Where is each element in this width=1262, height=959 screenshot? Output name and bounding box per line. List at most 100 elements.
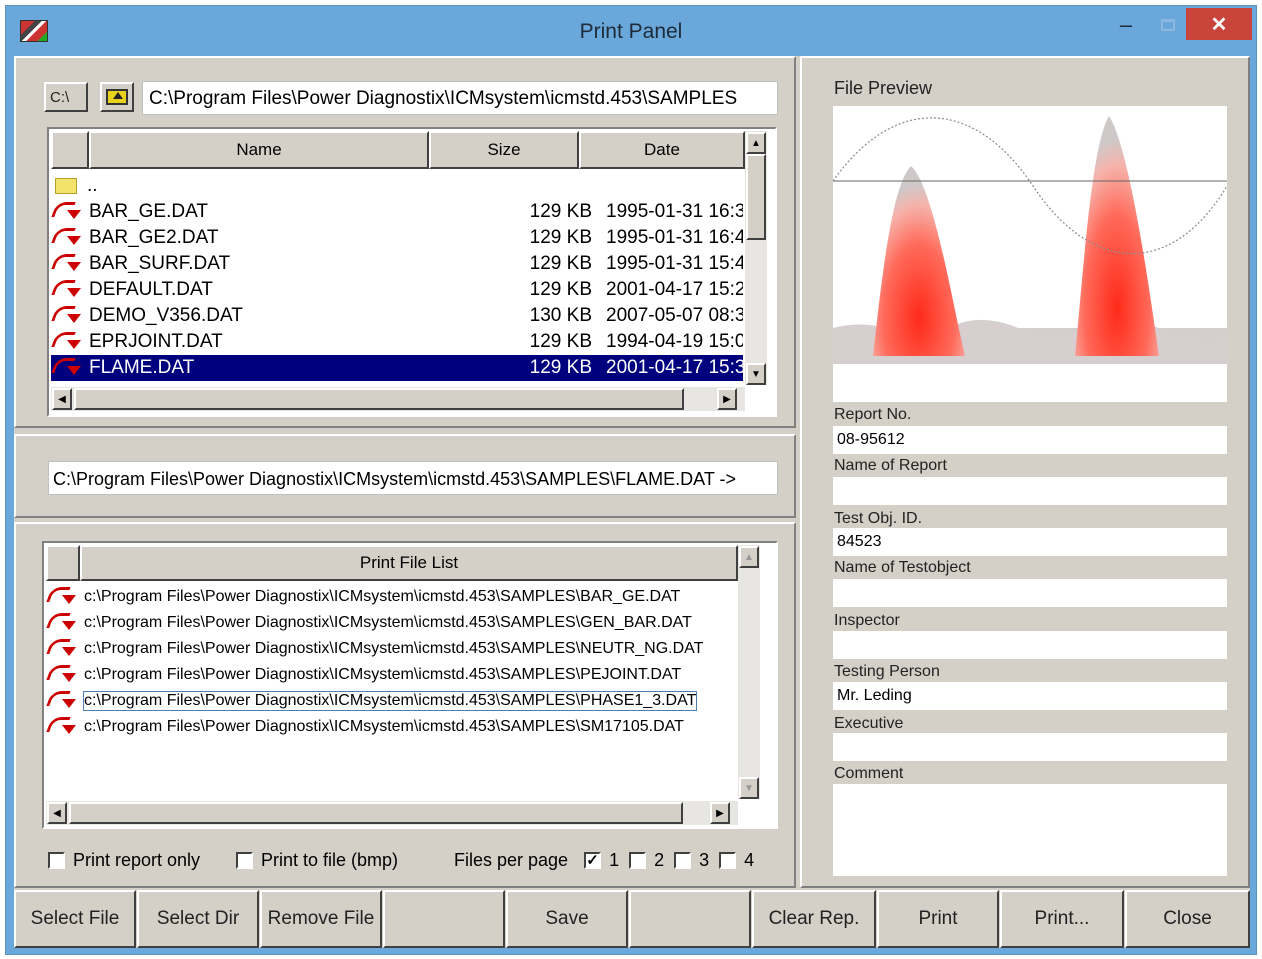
print-report-only-checkbox[interactable] [48, 852, 65, 869]
print-list-header[interactable]: Print File List [80, 545, 738, 581]
print-item-path: c:\Program Files\Power Diagnostix\ICMsys… [84, 718, 684, 735]
scroll-left-button[interactable]: ◀ [47, 802, 67, 824]
save-button[interactable]: Save [506, 890, 628, 948]
files-per-page-4-label: 4 [744, 850, 755, 870]
print-list-item[interactable]: c:\Program Files\Power Diagnostix\ICMsys… [46, 585, 680, 609]
print-to-file-option[interactable]: Print to file (bmp) [236, 850, 398, 871]
name-of-report-field[interactable] [833, 477, 1227, 505]
print-button[interactable]: Print [877, 890, 999, 948]
list-item-parent[interactable]: .. [51, 173, 743, 199]
files-per-page-3-checkbox[interactable] [674, 852, 692, 869]
scroll-up-button[interactable]: ▲ [739, 546, 759, 568]
clear-report-button[interactable]: Clear Rep. [752, 890, 876, 948]
file-row[interactable]: BAR_GE2.DAT 129 KB 1995-01-31 16:4 [51, 225, 743, 251]
selected-file-path-field[interactable]: C:\Program Files\Power Diagnostix\ICMsys… [48, 461, 778, 495]
close-button[interactable]: Close [1125, 890, 1250, 948]
file-size: 129 KB [529, 279, 592, 300]
files-per-page-group: Files per page ✓ 1 2 3 4 [454, 850, 754, 871]
window-title: Print Panel [579, 20, 683, 43]
select-file-button[interactable]: Select File [14, 890, 136, 948]
file-row[interactable]: BAR_SURF.DAT 129 KB 1995-01-31 15:4 [51, 251, 743, 277]
files-per-page-4-checkbox[interactable] [719, 852, 737, 869]
waveform-file-icon [53, 304, 83, 328]
column-header-date[interactable]: Date [579, 131, 745, 169]
maximize-button[interactable] [1151, 8, 1185, 42]
scroll-thumb[interactable] [746, 154, 766, 240]
print-list-item[interactable]: c:\Program Files\Power Diagnostix\ICMsys… [46, 715, 684, 739]
print-item-path: c:\Program Files\Power Diagnostix\ICMsys… [82, 691, 698, 711]
waveform-file-icon [53, 200, 83, 224]
directory-path-field[interactable]: C:\Program Files\Power Diagnostix\ICMsys… [142, 81, 778, 115]
files-per-page-2-checkbox[interactable] [629, 852, 647, 869]
waveform-file-icon [48, 715, 78, 739]
column-header-name[interactable]: Name [89, 131, 429, 169]
file-date: 2001-04-17 15:3 [606, 357, 743, 378]
file-preview [833, 106, 1227, 402]
folder-up-button[interactable] [100, 82, 134, 112]
file-size: 129 KB [529, 253, 592, 274]
name-of-report-label: Name of Report [834, 457, 947, 474]
client-area: C:\ C:\Program Files\Power Diagnostix\IC… [14, 56, 1250, 948]
file-row[interactable]: DEMO_V356.DAT 130 KB 2007-05-07 08:3 [51, 303, 743, 329]
print-report-only-option[interactable]: Print report only [48, 850, 200, 871]
scroll-down-button[interactable]: ▼ [739, 777, 759, 799]
file-row-selected[interactable]: FLAME.DAT 129 KB 2001-04-17 15:3 [51, 355, 743, 381]
print-list-vscrollbar[interactable] [738, 545, 760, 799]
files-per-page-label: Files per page [454, 850, 569, 870]
print-dialog-button[interactable]: Print... [1000, 890, 1124, 948]
testing-person-field[interactable]: Mr. Leding [833, 682, 1227, 710]
file-date: 1995-01-31 16:4 [606, 227, 743, 248]
title-bar[interactable]: Print Panel – ✕ [6, 6, 1256, 56]
print-report-only-label: Print report only [73, 850, 201, 870]
hscroll-thumb[interactable] [74, 388, 684, 410]
print-list-icon-header[interactable] [46, 545, 80, 581]
file-row[interactable]: EPRJOINT.DAT 129 KB 1994-04-19 15:0 [51, 329, 743, 355]
file-list[interactable]: Name Size Date .. BAR_GE.DAT 129 KB 1995… [47, 127, 777, 417]
blank-button-2[interactable] [629, 890, 751, 948]
scroll-right-button[interactable]: ▶ [710, 802, 730, 824]
file-row[interactable]: BAR_GE.DAT 129 KB 1995-01-31 16:3 [51, 199, 743, 225]
print-to-file-label: Print to file (bmp) [261, 850, 399, 870]
executive-label: Executive [834, 715, 904, 732]
scroll-left-button[interactable]: ◀ [52, 388, 72, 410]
waveform-file-icon [53, 278, 83, 302]
waveform-file-icon [53, 330, 83, 354]
files-per-page-2-label: 2 [654, 850, 665, 870]
print-file-list[interactable]: Print File List c:\Program Files\Power D… [42, 541, 778, 829]
scroll-down-button[interactable]: ▼ [746, 363, 766, 385]
file-name: BAR_GE2.DAT [89, 227, 219, 248]
comment-field[interactable] [833, 784, 1227, 876]
file-preview-label: File Preview [834, 78, 933, 98]
file-date: 1995-01-31 16:3 [606, 201, 743, 222]
blank-button-1[interactable] [383, 890, 505, 948]
file-row[interactable]: DEFAULT.DAT 129 KB 2001-04-17 15:2 [51, 277, 743, 303]
file-date: 2007-05-07 08:3 [606, 305, 743, 326]
files-per-page-1-checkbox[interactable]: ✓ [584, 852, 602, 869]
column-header-size[interactable]: Size [429, 131, 579, 169]
scroll-up-button[interactable]: ▲ [746, 132, 766, 154]
hscroll-thumb[interactable] [69, 802, 683, 824]
print-list-item[interactable]: c:\Program Files\Power Diagnostix\ICMsys… [46, 637, 703, 661]
close-window-button[interactable]: ✕ [1186, 8, 1252, 40]
remove-file-button[interactable]: Remove File [260, 890, 382, 948]
print-to-file-checkbox[interactable] [236, 852, 253, 869]
print-list-item[interactable]: c:\Program Files\Power Diagnostix\ICMsys… [46, 611, 692, 635]
column-header-icon[interactable] [51, 131, 89, 169]
inspector-field[interactable] [833, 631, 1227, 659]
select-dir-button[interactable]: Select Dir [137, 890, 259, 948]
scroll-right-button[interactable]: ▶ [717, 388, 737, 410]
minimize-button[interactable]: – [1109, 8, 1143, 42]
waveform-file-icon [53, 226, 83, 250]
executive-field[interactable] [833, 733, 1227, 761]
waveform-file-icon [53, 252, 83, 276]
waveform-file-icon [48, 689, 78, 713]
test-obj-id-field[interactable]: 84523 [833, 528, 1227, 556]
report-no-field[interactable]: 08-95612 [833, 426, 1227, 454]
print-list-item[interactable]: c:\Program Files\Power Diagnostix\ICMsys… [46, 663, 681, 687]
file-date: 1995-01-31 15:4 [606, 253, 743, 274]
test-obj-id-label: Test Obj. ID. [834, 510, 923, 527]
print-list-item-focused[interactable]: c:\Program Files\Power Diagnostix\ICMsys… [46, 689, 698, 713]
print-item-path: c:\Program Files\Power Diagnostix\ICMsys… [84, 588, 681, 605]
drive-button[interactable]: C:\ [44, 82, 88, 112]
name-of-testobject-field[interactable] [833, 579, 1227, 607]
